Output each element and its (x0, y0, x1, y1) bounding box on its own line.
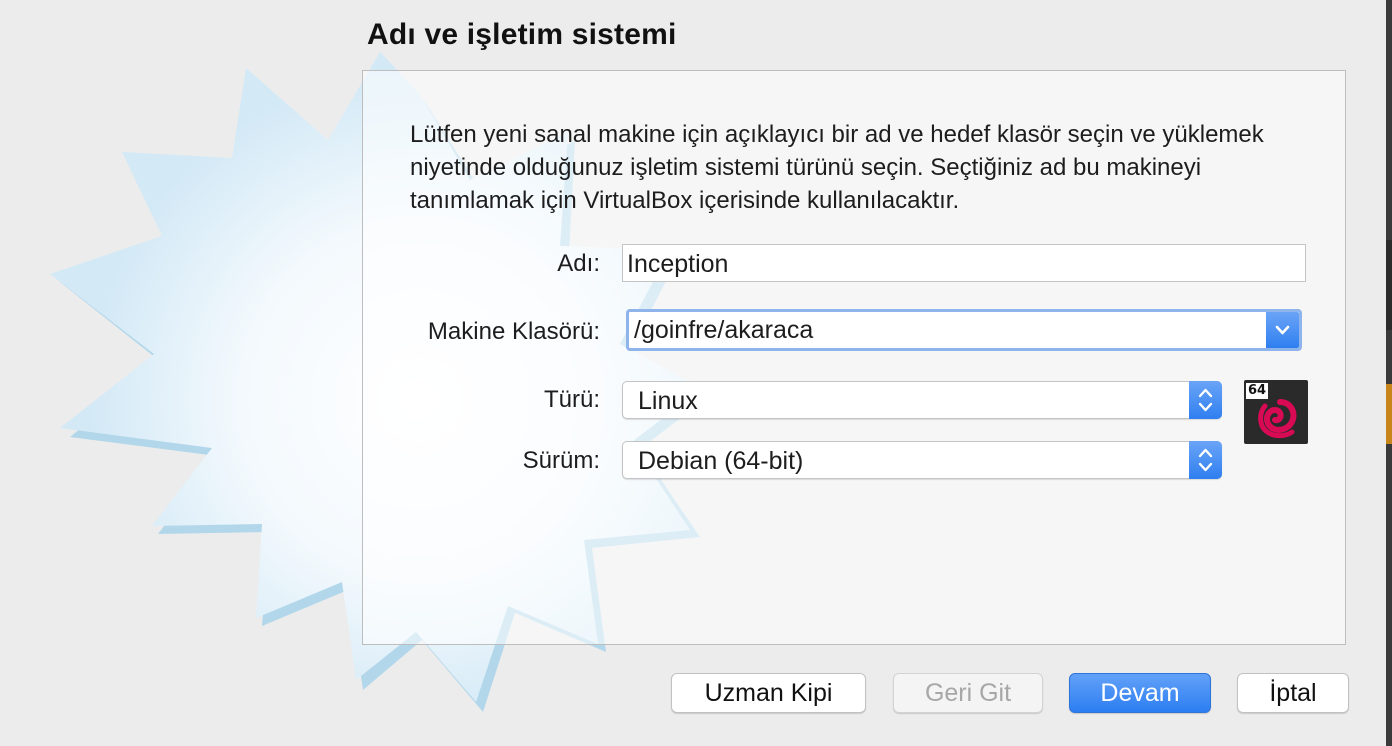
cancel-button[interactable]: İptal (1237, 673, 1349, 713)
machine-folder-value: /goinfre/akaraca (634, 316, 814, 344)
updown-chevron-icon (1198, 388, 1213, 412)
name-label: Adı: (557, 250, 600, 277)
machine-folder-combo[interactable]: /goinfre/akaraca (626, 309, 1302, 351)
back-button[interactable]: Geri Git (893, 673, 1043, 713)
expert-mode-button[interactable]: Uzman Kipi (671, 673, 866, 713)
name-input[interactable]: Inception (622, 244, 1306, 282)
continue-button[interactable]: Devam (1069, 673, 1211, 713)
type-select-value: Linux (638, 387, 698, 415)
version-label: Sürüm: (522, 447, 600, 474)
folder-dropdown-button[interactable] (1266, 312, 1299, 348)
description-text: Lütfen yeni sanal makine için açıklayıcı… (410, 121, 1264, 214)
version-stepper-button[interactable] (1189, 441, 1222, 479)
window-edge-accent (1386, 384, 1392, 444)
debian-swirl-icon: 64 (1244, 380, 1308, 444)
folder-label: Makine Klasörü: (427, 318, 600, 345)
bitness-badge: 64 (1246, 383, 1268, 399)
updown-chevron-icon (1198, 448, 1213, 472)
version-select[interactable]: Debian (64-bit) (622, 441, 1222, 479)
page-title: Adı ve işletim sistemi (367, 18, 677, 51)
window-edge-dark (1386, 240, 1392, 330)
window-edge (1386, 0, 1392, 746)
chevron-down-icon (1275, 325, 1290, 335)
type-label: Türü: (543, 386, 600, 413)
type-select[interactable]: Linux (622, 381, 1222, 419)
version-select-value: Debian (64-bit) (638, 447, 804, 475)
type-stepper-button[interactable] (1189, 381, 1222, 419)
